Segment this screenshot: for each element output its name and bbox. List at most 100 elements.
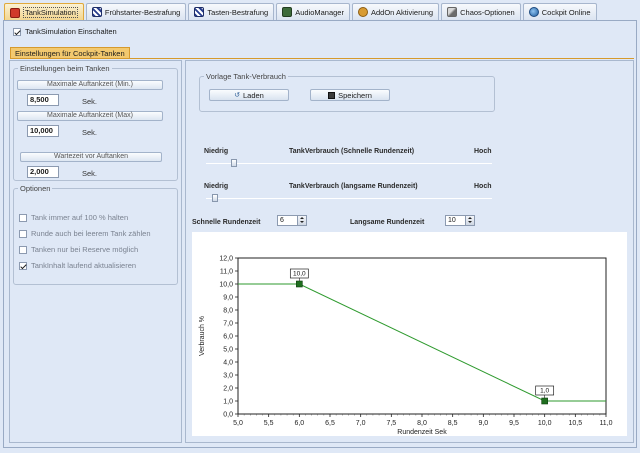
checkbox-label: Tanken nur bei Reserve möglich — [31, 245, 139, 254]
spinner-value: 10 — [448, 217, 456, 224]
x-tick-label: 7,0 — [356, 420, 366, 427]
max-refuel-max-input[interactable]: 10,000 — [27, 125, 59, 137]
load-button[interactable]: ↺ Laden — [209, 89, 289, 101]
refuel-settings-group: Einstellungen beim Tanken Maximale Aufta… — [13, 64, 178, 181]
options-group: Optionen Tank immer auf 100 % halten Run… — [13, 184, 178, 285]
tab-label: AudioManager — [295, 7, 344, 17]
fuel-icon — [10, 7, 20, 18]
tab-label: TankSimulation — [23, 7, 78, 18]
tab-tanksimulation[interactable]: TankSimulation — [4, 3, 84, 21]
x-tick-label: 8,0 — [417, 420, 427, 427]
addon-icon — [357, 7, 368, 17]
tab-fruehstarter-bestrafung[interactable]: Frühstarter-Bestrafung — [85, 3, 187, 20]
data-point — [541, 397, 548, 405]
spinner-value: 6 — [280, 217, 284, 224]
checkbox-label: Runde auch bei leerem Tank zählen — [31, 229, 151, 238]
slider-slow-thumb[interactable] — [211, 194, 218, 202]
y-tick-label: 7,0 — [223, 321, 233, 328]
app-window: TankSimulation Frühstarter-Bestrafung Ta… — [0, 0, 640, 453]
tab-tasten-bestrafung[interactable]: Tasten-Bestrafung — [188, 3, 275, 20]
slow-laptime-spinner[interactable]: 10 — [445, 215, 475, 226]
save-button[interactable]: Speichern — [310, 89, 390, 101]
slider-fast-thumb[interactable] — [231, 159, 238, 167]
checkbox-box[interactable] — [19, 245, 27, 254]
y-tick-label: 0,0 — [223, 412, 233, 419]
checkbox-box[interactable] — [19, 213, 27, 222]
group-legend: Einstellungen beim Tanken — [18, 64, 112, 73]
checkbox-label: TankInhalt laufend aktualisieren — [31, 261, 137, 270]
tab-strip: TankSimulation Frühstarter-Bestrafung Ta… — [4, 3, 636, 21]
y-tick-label: 8,0 — [223, 308, 233, 315]
x-tick-label: 7,5 — [386, 420, 396, 427]
x-tick-label: 6,5 — [325, 420, 335, 427]
y-tick-label: 9,0 — [223, 295, 233, 302]
y-tick-label: 11,0 — [220, 269, 233, 276]
tab-label: Tasten-Bestrafung — [207, 7, 269, 17]
audio-icon — [282, 7, 293, 17]
tab-addon-aktivierung[interactable]: AddOn Aktivierung — [351, 3, 440, 20]
slider-slow-title: TankVerbrauch (langsame Rundenzeit) — [289, 183, 418, 190]
spinner-arrows-icon[interactable] — [465, 216, 474, 225]
x-tick-label: 10,5 — [569, 420, 583, 427]
fast-laptime-spinner[interactable]: 6 — [277, 215, 307, 226]
y-tick-label: 4,0 — [223, 360, 233, 367]
tab-label: Cockpit Online — [541, 7, 591, 17]
slider-slow-low-label: Niedrig — [204, 183, 229, 190]
load-icon: ↺ — [234, 92, 240, 99]
option-live-update-checkbox[interactable]: TankInhalt laufend aktualisieren — [19, 261, 136, 270]
enable-simulation-checkbox[interactable]: TankSimulation Einschalten — [13, 27, 117, 36]
floppy-disk-icon — [328, 91, 336, 99]
spinner-arrows-icon[interactable] — [297, 216, 306, 225]
wait-before-refuel-input[interactable]: 2,000 — [27, 166, 59, 178]
x-tick-label: 6,0 — [294, 420, 304, 427]
x-axis-label: Rundenzeit Sek — [397, 429, 447, 436]
checkbox-label: TankSimulation Einschalten — [25, 27, 117, 36]
slider-slow-track[interactable] — [206, 198, 492, 199]
max-refuel-min-label: Maximale Auftankzeit (Min.) — [17, 80, 163, 90]
checkbox-box[interactable] — [19, 261, 27, 270]
checkbox-box[interactable] — [19, 229, 27, 238]
y-tick-label: 2,0 — [223, 386, 233, 393]
max-refuel-max-label: Maximale Auftankzeit (Max) — [17, 111, 163, 121]
button-label: Speichern — [338, 90, 372, 100]
y-tick-label: 5,0 — [223, 347, 233, 354]
checkbox-box[interactable] — [13, 27, 21, 36]
y-tick-label: 12,0 — [219, 256, 233, 263]
left-settings-pane: Einstellungen beim Tanken Maximale Aufta… — [9, 60, 182, 443]
section-divider — [10, 58, 634, 59]
y-tick-label: 3,0 — [223, 373, 233, 380]
max-refuel-min-input[interactable]: 8,500 — [27, 94, 59, 106]
slider-fast-track[interactable] — [206, 163, 492, 164]
tab-label: AddOn Aktivierung — [370, 7, 434, 17]
checkbox-label: Tank immer auf 100 % halten — [31, 213, 129, 222]
slider-fast-low-label: Niedrig — [204, 148, 229, 155]
x-tick-label: 9,0 — [478, 420, 488, 427]
data-label: 1,0 — [540, 388, 549, 395]
tab-label: Frühstarter-Bestrafung — [104, 7, 181, 17]
tab-cockpit-online[interactable]: Cockpit Online — [522, 3, 597, 20]
unit-label: Sek. — [82, 169, 98, 178]
unit-label: Sek. — [82, 97, 98, 106]
flag-icon — [91, 7, 102, 17]
tab-audiomanager[interactable]: AudioManager — [276, 3, 350, 20]
y-tick-label: 10,0 — [219, 282, 233, 289]
data-label: 10,0 — [293, 271, 306, 278]
option-reserve-only-checkbox[interactable]: Tanken nur bei Reserve möglich — [19, 245, 138, 254]
unit-label: Sek. — [82, 128, 98, 137]
group-legend: Vorlage Tank-Verbrauch — [204, 72, 288, 81]
tab-label: Chaos-Optionen — [460, 7, 515, 17]
consumption-chart: 5,0 5,5 6,0 6,5 7,0 7,5 8,0 8,5 9,0 9,5 10,0 10,5 11… — [199, 256, 613, 437]
data-point — [296, 280, 303, 288]
consumption-line — [238, 283, 606, 402]
option-keep-full-checkbox[interactable]: Tank immer auf 100 % halten — [19, 213, 128, 222]
x-tick-label: 5,0 — [233, 420, 243, 427]
template-group: Vorlage Tank-Verbrauch ↺ Laden Speichern — [199, 72, 495, 112]
x-tick-label: 9,5 — [509, 420, 519, 427]
right-consumption-pane: Vorlage Tank-Verbrauch ↺ Laden Speichern… — [185, 60, 634, 443]
fast-laptime-label: Schnelle Rundenzeit — [192, 219, 261, 226]
tab-chaos-optionen[interactable]: Chaos-Optionen — [441, 3, 521, 20]
y-tick-label: 6,0 — [223, 334, 233, 341]
x-tick-label: 10,0 — [538, 420, 552, 427]
option-count-empty-checkbox[interactable]: Runde auch bei leerem Tank zählen — [19, 229, 151, 238]
globe-icon — [528, 7, 539, 17]
